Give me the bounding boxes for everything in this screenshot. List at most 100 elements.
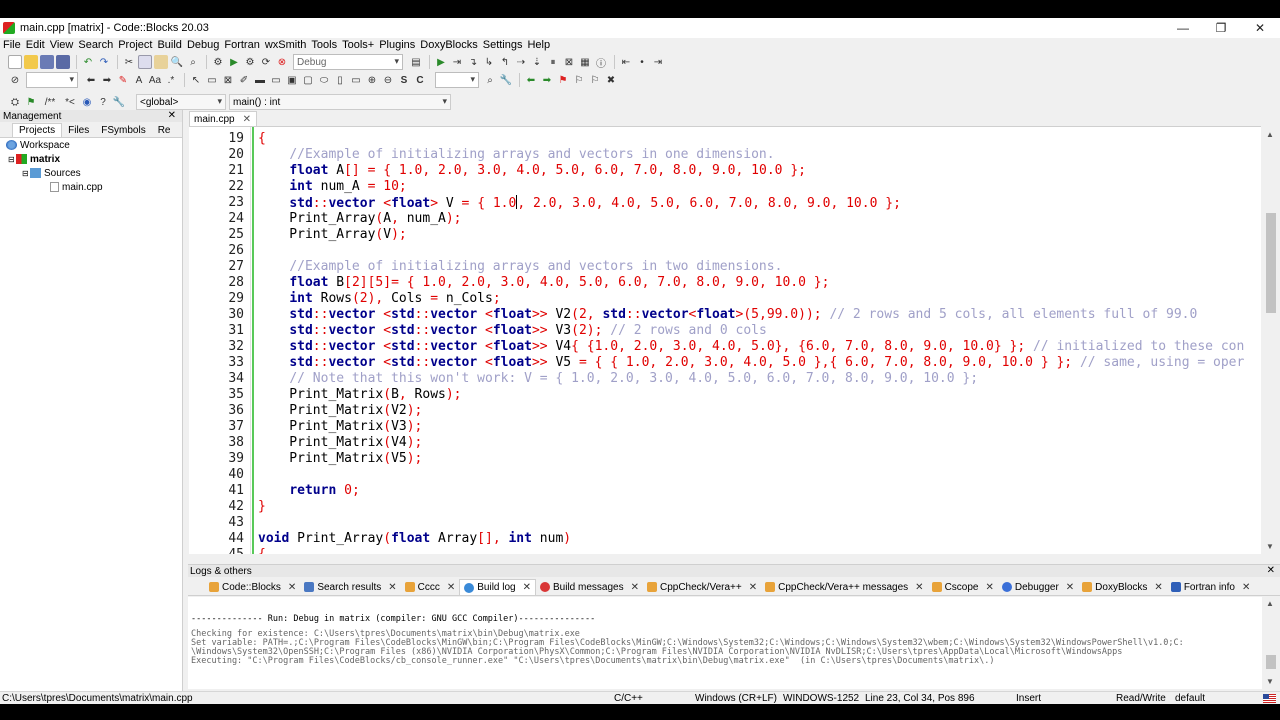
tab-fsymbols[interactable]: FSymbols bbox=[95, 124, 151, 137]
restore-button[interactable]: ❐ bbox=[1201, 18, 1241, 38]
zoom-out-icon[interactable]: ⊖ bbox=[381, 73, 395, 87]
bookmark-dot-icon[interactable]: • bbox=[635, 55, 649, 69]
text-color-icon[interactable]: A bbox=[132, 73, 146, 87]
prev-bookmark-icon[interactable]: ⚐ bbox=[572, 73, 586, 87]
zoom-box-icon[interactable]: ⊠ bbox=[221, 73, 235, 87]
tab-cppcheck[interactable]: CppCheck/Vera++ ✕ bbox=[643, 579, 761, 595]
jump-forward-icon[interactable]: ⇥ bbox=[651, 55, 665, 69]
menu-plugins[interactable]: Plugins bbox=[379, 39, 415, 51]
menu-fortran[interactable]: Fortran bbox=[224, 39, 259, 51]
arrow-left-icon[interactable]: ⬅ bbox=[84, 73, 98, 87]
match-case-icon[interactable]: Aa bbox=[148, 73, 162, 87]
build-target-select[interactable]: Debug bbox=[293, 54, 403, 70]
back-arrow-icon[interactable]: ⬅ bbox=[524, 73, 538, 87]
menu-file[interactable]: File bbox=[3, 39, 21, 51]
open-folder-icon[interactable] bbox=[24, 55, 38, 69]
tab-files[interactable]: Files bbox=[62, 124, 95, 137]
comment-line-icon[interactable]: *< bbox=[62, 95, 78, 109]
stop-debugger-icon[interactable]: ⊠ bbox=[562, 55, 576, 69]
menu-build[interactable]: Build bbox=[157, 39, 181, 51]
collapse-icon[interactable]: ⊟ bbox=[8, 155, 16, 164]
scroll-up-icon[interactable]: ▲ bbox=[1266, 130, 1274, 139]
tab-cppcheck-messages[interactable]: CppCheck/Vera++ messages ✕ bbox=[761, 579, 927, 595]
close-tab-icon[interactable]: ✕ bbox=[243, 114, 251, 125]
menu-wxsmith[interactable]: wxSmith bbox=[265, 39, 307, 51]
close-tab-icon[interactable]: ✕ bbox=[523, 582, 531, 593]
doxy-config-icon[interactable]: ◉ bbox=[80, 95, 94, 109]
scope-select[interactable]: <global> bbox=[136, 94, 226, 110]
save-all-icon[interactable] bbox=[56, 55, 70, 69]
arrow-right-icon[interactable]: ➡ bbox=[100, 73, 114, 87]
close-tab-icon[interactable]: ✕ bbox=[447, 582, 455, 593]
menu-view[interactable]: View bbox=[50, 39, 74, 51]
search-symbol-icon[interactable]: ⌕ bbox=[483, 73, 497, 87]
highlight-icon[interactable]: ✎ bbox=[116, 73, 130, 87]
cursor-icon[interactable]: ↖ bbox=[189, 73, 203, 87]
tab-search-results[interactable]: Search results ✕ bbox=[300, 579, 400, 595]
tree-folder[interactable]: ⊟ Sources bbox=[0, 166, 182, 180]
tab-resources[interactable]: Re bbox=[152, 124, 177, 137]
break-debugger-icon[interactable]: ⏸ bbox=[546, 55, 560, 69]
build-log-output[interactable]: -------------- Run: Debug in matrix (com… bbox=[188, 597, 1262, 689]
close-tab-icon[interactable]: ✕ bbox=[631, 582, 639, 593]
compiler-select[interactable] bbox=[26, 72, 78, 88]
doxy-settings-icon[interactable]: 🔧 bbox=[112, 95, 126, 109]
editor-vertical-scrollbar[interactable]: ▲ ▼ bbox=[1262, 126, 1280, 554]
logs-vertical-scrollbar[interactable]: ▲ ▼ bbox=[1262, 597, 1280, 689]
next-line-icon[interactable]: ↴ bbox=[466, 55, 480, 69]
tab-codeblocks-log[interactable]: Code::Blocks ✕ bbox=[205, 579, 300, 595]
menu-edit[interactable]: Edit bbox=[26, 39, 45, 51]
doxy-help-icon[interactable]: ? bbox=[96, 95, 110, 109]
menu-search[interactable]: Search bbox=[78, 39, 113, 51]
scroll-down-icon[interactable]: ▼ bbox=[1266, 542, 1274, 551]
code-editor[interactable]: 19{ 20 //Example of initializing arrays … bbox=[189, 126, 1261, 554]
scrollbar-thumb[interactable] bbox=[1266, 213, 1276, 313]
find-icon[interactable]: 🔍 bbox=[170, 55, 184, 69]
menu-doxyblocks[interactable]: DoxyBlocks bbox=[420, 39, 477, 51]
menu-help[interactable]: Help bbox=[527, 39, 550, 51]
next-instruction-icon[interactable]: ⇢ bbox=[514, 55, 528, 69]
save-icon[interactable] bbox=[40, 55, 54, 69]
menu-debug[interactable]: Debug bbox=[187, 39, 219, 51]
run-to-cursor-icon[interactable]: ⇥ bbox=[450, 55, 464, 69]
abort-icon[interactable]: ⊗ bbox=[275, 55, 289, 69]
menu-settings[interactable]: Settings bbox=[483, 39, 523, 51]
target-dialog-icon[interactable]: ▤ bbox=[409, 55, 423, 69]
menu-tools[interactable]: Tools bbox=[311, 39, 337, 51]
close-tab-icon[interactable]: ✕ bbox=[1154, 582, 1162, 593]
step-into-icon[interactable]: ↳ bbox=[482, 55, 496, 69]
replace-icon[interactable]: ⌕ bbox=[186, 55, 200, 69]
scroll-up-icon[interactable]: ▲ bbox=[1266, 599, 1274, 608]
close-tab-icon[interactable]: ✕ bbox=[1066, 582, 1074, 593]
build-tool-icon[interactable]: ⛭ bbox=[8, 95, 22, 109]
rebuild-icon[interactable]: ⟳ bbox=[259, 55, 273, 69]
collapse-icon[interactable]: ⊟ bbox=[22, 169, 30, 178]
close-button[interactable]: ✕ bbox=[1240, 18, 1280, 38]
editor-tab-main-cpp[interactable]: main.cpp ✕ bbox=[189, 111, 257, 126]
menu-project[interactable]: Project bbox=[118, 39, 152, 51]
close-tab-icon[interactable]: ✕ bbox=[1242, 582, 1250, 593]
step-into-instruction-icon[interactable]: ⇣ bbox=[530, 55, 544, 69]
zoom-in-icon[interactable]: ⊕ bbox=[365, 73, 379, 87]
tab-fortran-info[interactable]: Fortran info ✕ bbox=[1167, 579, 1255, 595]
close-tab-icon[interactable]: ✕ bbox=[749, 582, 757, 593]
redo-icon[interactable]: ↷ bbox=[97, 55, 111, 69]
tree-project[interactable]: ⊟ matrix bbox=[0, 152, 182, 166]
debug-info-icon[interactable]: ⓘ bbox=[594, 55, 608, 70]
widget-c-icon[interactable]: ▣ bbox=[285, 73, 299, 87]
cut-icon[interactable]: ✂ bbox=[122, 55, 136, 69]
widget-g-icon[interactable]: ▭ bbox=[349, 73, 363, 87]
source-s-icon[interactable]: S bbox=[397, 73, 411, 87]
function-select[interactable]: main() : int bbox=[229, 94, 451, 110]
tree-file[interactable]: main.cpp bbox=[0, 180, 182, 194]
tab-doxyblocks[interactable]: DoxyBlocks ✕ bbox=[1078, 579, 1167, 595]
scrollbar-thumb[interactable] bbox=[1266, 655, 1276, 669]
widget-a-icon[interactable]: ▬ bbox=[253, 73, 267, 87]
run-icon[interactable]: ▶ bbox=[227, 55, 241, 69]
jump-back-icon[interactable]: ⇤ bbox=[619, 55, 633, 69]
minimize-button[interactable]: — bbox=[1163, 18, 1203, 38]
pen-icon[interactable]: ✐ bbox=[237, 73, 251, 87]
debug-windows-icon[interactable]: ▦ bbox=[578, 55, 592, 69]
new-file-icon[interactable] bbox=[8, 55, 22, 69]
widget-e-icon[interactable]: ⬭ bbox=[317, 73, 331, 87]
